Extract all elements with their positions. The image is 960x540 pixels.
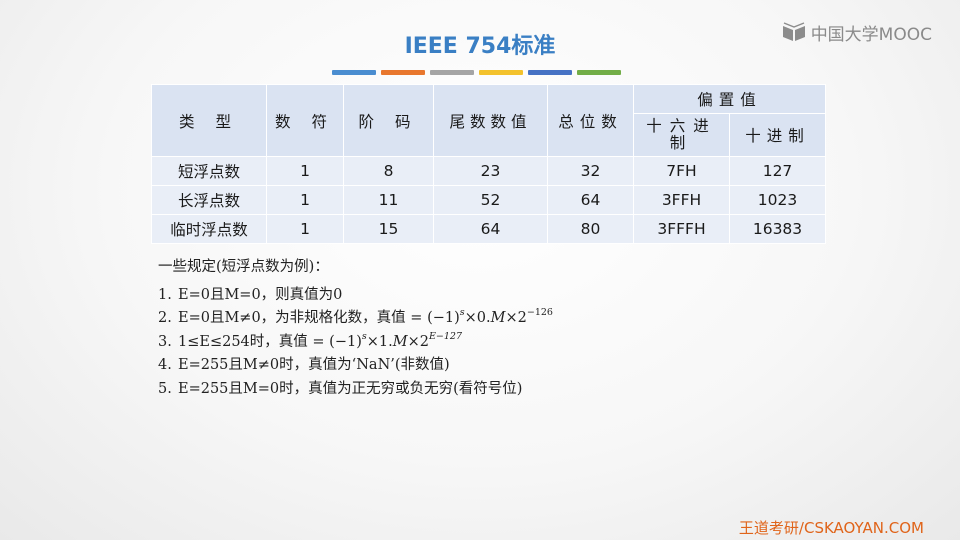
rule-item: 3. 1≤E≤254时，真值 = (−1)s×1.M×2E−127 (158, 331, 553, 355)
rule-text: E=0且M≠0，为非规格化数，真值 = (178, 310, 428, 327)
cell-total: 32 (547, 156, 634, 186)
title-color-bar (430, 70, 474, 75)
cell-mantissa: 64 (433, 214, 548, 244)
table-row: 短浮点数 1 8 23 32 7FH 127 (151, 156, 827, 186)
rule-number: 2. (158, 310, 172, 327)
rule-text: E=255且M≠0时，真值为‘NaN’(非数值) (178, 357, 450, 374)
table-row: 临时浮点数 1 15 64 80 3FFFH 16383 (151, 214, 827, 244)
rule-number: 1. (158, 286, 172, 303)
rule-text: E=0且M=0，则真值为0 (178, 286, 343, 303)
cell-hex: 7FH (633, 156, 730, 186)
rule-item: 5. E=255且M=0时，真值为正无穷或负无穷(看符号位) (158, 378, 553, 402)
cell-exponent: 11 (343, 185, 434, 215)
title-color-bar (381, 70, 425, 75)
cell-mantissa: 52 (433, 185, 548, 215)
cell-type: 短浮点数 (151, 156, 267, 186)
cell-hex: 3FFH (633, 185, 730, 215)
rule-text: 1≤E≤254时，真值 = (178, 333, 330, 350)
rule-number: 5. (158, 380, 172, 397)
ieee754-table: 类 型 数 符 阶 码 尾数数值 总位数 偏置值 十六进制 十进制 短浮点数 1… (151, 84, 827, 244)
rule-number: 4. (158, 357, 172, 374)
cell-hex: 3FFFH (633, 214, 730, 244)
header-sign: 数 符 (266, 84, 344, 157)
rule-item: 4. E=255且M≠0时，真值为‘NaN’(非数值) (158, 354, 553, 378)
title-color-bars (332, 70, 621, 75)
cell-sign: 1 (266, 214, 344, 244)
header-bias-dec: 十进制 (728, 113, 827, 157)
cell-mantissa: 23 (433, 156, 548, 186)
rule-item: 1. E=0且M=0，则真值为0 (158, 284, 553, 308)
title-color-bar (577, 70, 621, 75)
title-color-bar (332, 70, 376, 75)
rule-text: E=255且M=0时，真值为正无穷或负无穷(看符号位) (178, 380, 523, 397)
rules-list: 一些规定(短浮点数为例)： 1. E=0且M=0，则真值为0 2. E=0且M≠0，… (158, 256, 553, 402)
cell-type: 长浮点数 (151, 185, 267, 215)
cell-total: 64 (547, 185, 634, 215)
table-row: 长浮点数 1 11 52 64 3FFH 1023 (151, 185, 827, 215)
cell-dec: 1023 (728, 185, 827, 215)
table-header-row: 类 型 数 符 阶 码 尾数数值 总位数 偏置值 (151, 84, 827, 157)
rule-item: 2. E=0且M≠0，为非规格化数，真值 = (−1)s×0.M×2−126 (158, 307, 553, 331)
cell-total: 80 (547, 214, 634, 244)
header-type: 类 型 (151, 84, 267, 157)
title-color-bar (479, 70, 523, 75)
cell-sign: 1 (266, 185, 344, 215)
page-title: IEEE 754标准 (404, 34, 556, 59)
title-color-bar (528, 70, 572, 75)
cell-exponent: 8 (343, 156, 434, 186)
cell-dec: 16383 (728, 214, 827, 244)
rules-intro: 一些规定(短浮点数为例)： (158, 259, 329, 275)
header-exponent: 阶 码 (343, 84, 434, 157)
cell-sign: 1 (266, 156, 344, 186)
formula: (−1)s×0.M×2−126 (427, 307, 553, 327)
header-total: 总位数 (547, 84, 634, 157)
cell-dec: 127 (728, 156, 827, 186)
header-mantissa: 尾数数值 (433, 84, 548, 157)
footer-watermark: 王道考研/CSKAOYAN.COM (738, 519, 924, 537)
slide: 中国大学MOOC IEEE 754标准 类 型 数 符 阶 码 尾数数值 总位数… (0, 0, 960, 540)
formula: (−1)s×1.M×2E−127 (329, 330, 462, 350)
cell-type: 临时浮点数 (151, 214, 267, 244)
rule-number: 3. (158, 333, 172, 350)
header-bias: 偏置值 (632, 84, 827, 114)
cell-exponent: 15 (343, 214, 434, 244)
header-bias-hex: 十六进制 (633, 113, 730, 157)
